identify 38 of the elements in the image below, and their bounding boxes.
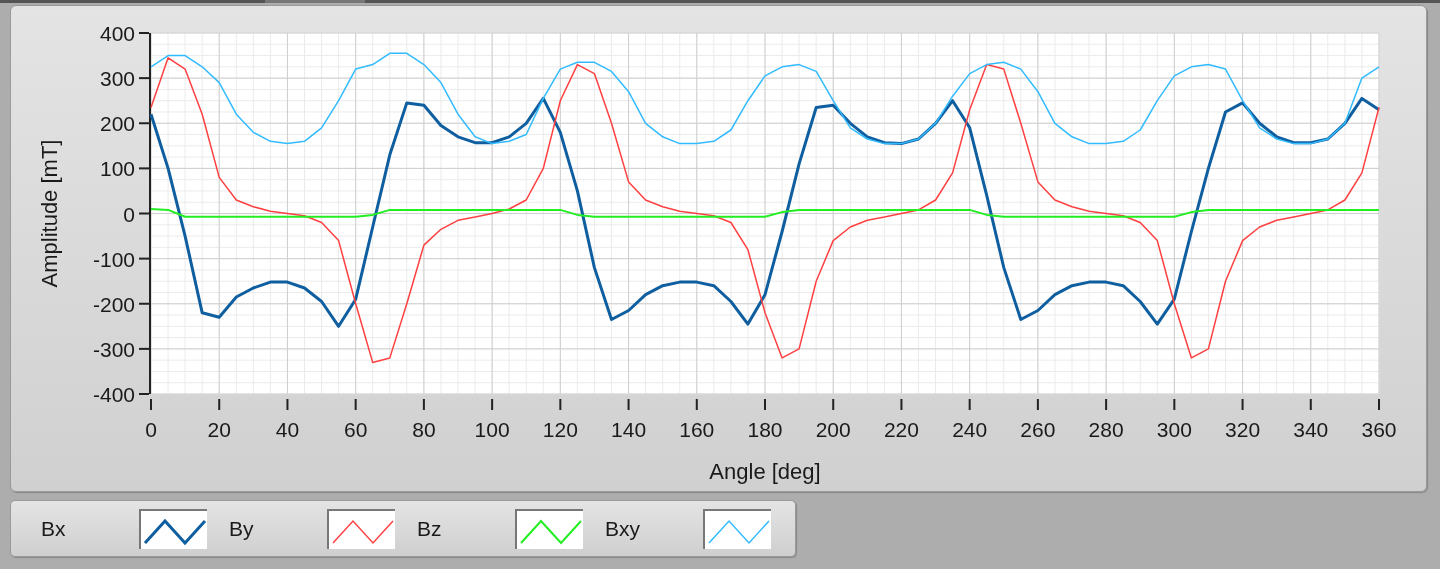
x-tick-label: 220 xyxy=(883,418,919,441)
y-axis-title: Amplitude [mT] xyxy=(37,139,62,288)
legend-label: Bz xyxy=(417,515,443,542)
legend-label: Bxy xyxy=(605,515,641,542)
legend-label: By xyxy=(229,515,255,542)
y-tick-label: -100 xyxy=(92,247,135,271)
y-tick-label: 200 xyxy=(99,112,135,136)
x-tick-label: 280 xyxy=(1088,418,1124,441)
x-tick-label: 300 xyxy=(1156,418,1192,441)
y-tick-label: 0 xyxy=(123,202,135,226)
legend-swatch[interactable] xyxy=(703,508,771,549)
x-tick-label: 180 xyxy=(747,418,783,441)
y-tick-label: 300 xyxy=(99,67,135,91)
y-tick-label: -400 xyxy=(92,383,135,406)
y-tick-label: -300 xyxy=(92,337,135,361)
y-tick-label: 400 xyxy=(99,22,135,45)
legend-label: Bx xyxy=(41,515,67,542)
y-tick-label: 100 xyxy=(99,157,135,181)
legend-swatch[interactable] xyxy=(515,508,583,549)
x-axis-title: Angle [deg] xyxy=(709,459,821,484)
x-tick-label: 240 xyxy=(952,418,988,441)
x-tick-label: 260 xyxy=(1020,418,1056,441)
x-tick-label: 120 xyxy=(542,418,578,441)
y-tick-label: -200 xyxy=(92,292,135,316)
legend-swatch[interactable] xyxy=(327,508,395,549)
x-tick-label: 140 xyxy=(611,418,647,441)
legend-swatch[interactable] xyxy=(139,508,207,549)
x-tick-label: 20 xyxy=(207,418,231,441)
x-tick-label: 80 xyxy=(412,418,436,441)
x-tick-label: 0 xyxy=(145,418,157,441)
x-tick-label: 320 xyxy=(1225,418,1261,441)
x-tick-label: 360 xyxy=(1361,418,1397,441)
x-tick-label: 100 xyxy=(474,418,510,441)
x-tick-label: 160 xyxy=(679,418,715,441)
x-tick-label: 200 xyxy=(815,418,851,441)
x-tick-label: 340 xyxy=(1293,418,1329,441)
x-tick-label: 60 xyxy=(344,418,368,441)
x-tick-label: 40 xyxy=(275,418,300,441)
